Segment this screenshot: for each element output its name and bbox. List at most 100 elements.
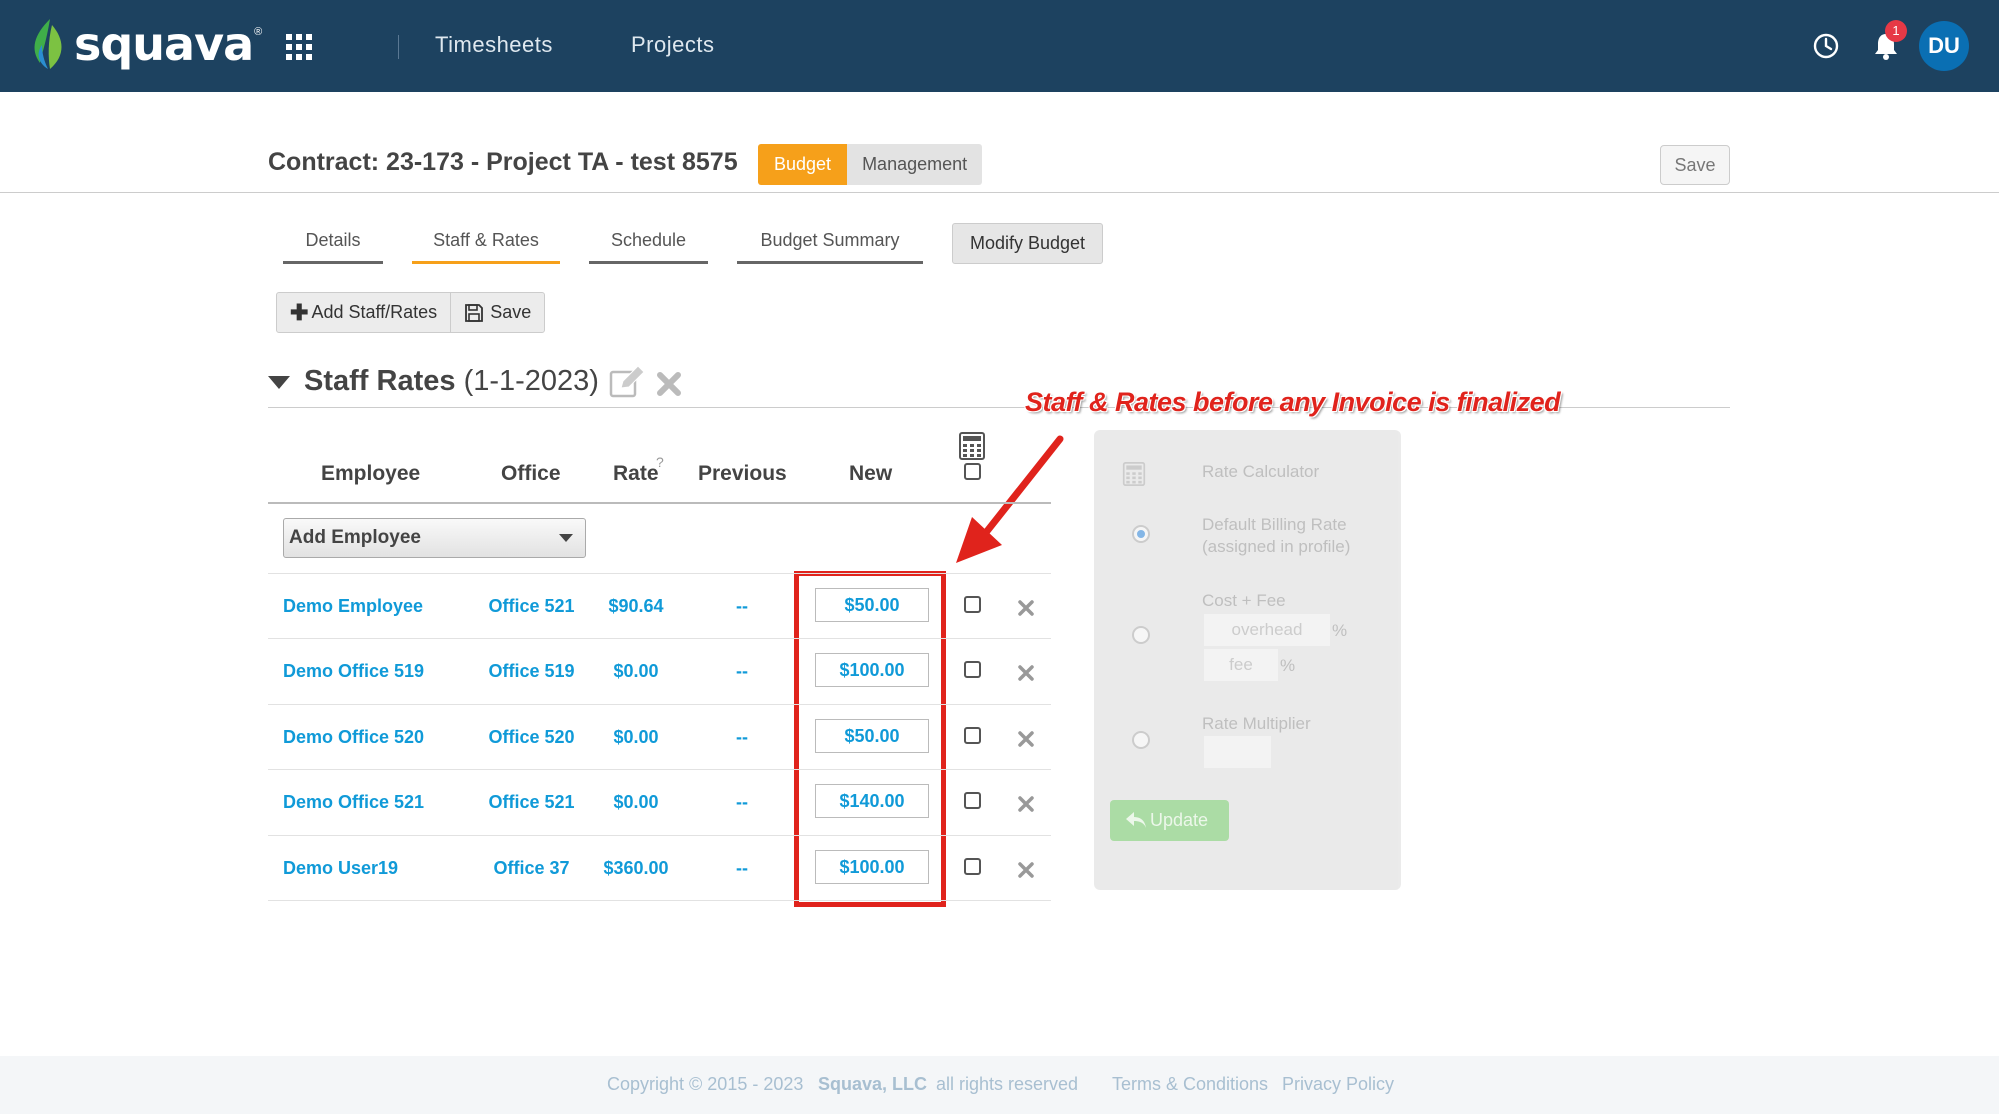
employee-link[interactable]: Demo Employee <box>283 596 423 617</box>
remove-row-icon[interactable] <box>1018 862 1034 878</box>
update-button[interactable]: Update <box>1110 800 1229 841</box>
nav-link-timesheets[interactable]: Timesheets <box>435 32 553 58</box>
footer-company-link[interactable]: Squava, LLC <box>818 1074 927 1095</box>
tab-schedule[interactable]: Schedule <box>589 230 708 264</box>
footer-rights: all rights reserved <box>936 1074 1079 1094</box>
section-date: (1-1-2023) <box>463 365 599 397</box>
squava-logo[interactable]: squava ® <box>28 14 262 74</box>
fee-input[interactable]: fee <box>1204 649 1278 681</box>
row-checkbox[interactable] <box>964 727 981 744</box>
calculator-icon[interactable] <box>958 432 986 460</box>
row-divider <box>268 638 1051 639</box>
col-header-rate: Rate <box>613 462 659 485</box>
header-divider <box>0 192 1999 193</box>
default-billing-label-1: Default Billing Rate <box>1202 515 1347 534</box>
office-link[interactable]: Office 521 <box>480 596 583 617</box>
add-staff-rates-button[interactable]: ✚ Add Staff/Rates <box>277 293 450 332</box>
cost-fee-label: Cost + Fee <box>1202 591 1286 610</box>
floppy-disk-icon <box>465 303 484 322</box>
row-divider <box>268 769 1051 770</box>
remove-row-icon[interactable] <box>1018 665 1034 681</box>
employee-link[interactable]: Demo Office 519 <box>283 661 424 682</box>
col-header-office: Office <box>501 462 561 485</box>
default-billing-radio[interactable] <box>1132 525 1150 543</box>
delete-icon[interactable] <box>656 371 682 397</box>
new-rate-input[interactable]: $100.00 <box>815 850 929 884</box>
view-toggle: Budget Management <box>758 144 983 185</box>
modify-budget-button[interactable]: Modify Budget <box>952 223 1103 264</box>
footer-privacy-link[interactable]: Privacy Policy <box>1282 1074 1394 1095</box>
tab-details[interactable]: Details <box>283 230 383 264</box>
logo-text: squava <box>74 17 254 71</box>
previous-value: -- <box>736 792 748 812</box>
rate-value: $360.00 <box>603 858 669 878</box>
rate-value: $90.64 <box>608 596 664 616</box>
clock-icon[interactable] <box>1813 33 1839 59</box>
management-button[interactable]: Management <box>847 144 983 185</box>
reply-arrow-icon <box>1126 812 1146 828</box>
previous-value: -- <box>736 727 748 747</box>
table-header-divider <box>268 502 1051 504</box>
rate-multiplier-input[interactable] <box>1204 736 1271 768</box>
rate-value: $0.00 <box>613 661 659 681</box>
office-link[interactable]: Office 520 <box>480 727 583 748</box>
new-rate-input[interactable]: $140.00 <box>815 784 929 818</box>
remove-row-icon[interactable] <box>1018 600 1034 616</box>
office-link[interactable]: Office 519 <box>480 661 583 682</box>
edit-icon[interactable] <box>609 366 645 398</box>
notification-badge: 1 <box>1885 20 1907 42</box>
select-all-checkbox[interactable] <box>964 463 981 480</box>
previous-value: -- <box>736 858 748 878</box>
apps-grid-icon[interactable] <box>286 34 312 60</box>
footer-terms-link[interactable]: Terms & Conditions <box>1112 1074 1268 1095</box>
rate-value: $0.00 <box>613 792 659 812</box>
add-employee-select[interactable]: Add Employee <box>283 518 586 558</box>
nav-link-projects[interactable]: Projects <box>631 32 714 58</box>
calculator-panel-icon <box>1122 462 1146 486</box>
new-rate-input[interactable]: $50.00 <box>815 719 929 753</box>
new-rate-input[interactable]: $50.00 <box>815 588 929 622</box>
fee-percent-label: % <box>1280 656 1296 675</box>
new-rate-input[interactable]: $100.00 <box>815 653 929 687</box>
row-checkbox[interactable] <box>964 596 981 613</box>
employee-link[interactable]: Demo User19 <box>283 858 398 879</box>
logo-registered-mark: ® <box>254 26 263 38</box>
update-label: Update <box>1150 810 1209 830</box>
section-title-text: Staff Rates <box>304 365 456 397</box>
employee-link[interactable]: Demo Office 520 <box>283 727 424 748</box>
rate-multiplier-radio[interactable] <box>1132 731 1150 749</box>
toolbar-save-button[interactable]: Save <box>450 293 544 332</box>
remove-row-icon[interactable] <box>1018 796 1034 812</box>
save-button[interactable]: Save <box>1660 145 1730 185</box>
annotation-text: Staff & Rates before any Invoice is fina… <box>1025 387 1561 417</box>
calculator-title: Rate Calculator <box>1202 462 1320 481</box>
previous-value: -- <box>736 661 748 681</box>
section-title: Staff Rates (1-1-2023) <box>304 365 599 398</box>
add-staff-rates-label: Add Staff/Rates <box>311 302 438 322</box>
employee-link[interactable]: Demo Office 521 <box>283 792 424 813</box>
budget-button[interactable]: Budget <box>758 144 848 185</box>
row-checkbox[interactable] <box>964 792 981 809</box>
rate-help-icon[interactable]: ? <box>656 454 664 470</box>
col-header-new: New <box>849 462 893 485</box>
cost-fee-radio[interactable] <box>1132 626 1150 644</box>
col-header-employee: Employee <box>321 462 421 485</box>
remove-row-icon[interactable] <box>1018 731 1034 747</box>
overhead-input[interactable]: overhead <box>1204 614 1330 646</box>
rate-calculator-panel: Rate Calculator Default Billing Rate (as… <box>1094 430 1401 890</box>
row-checkbox[interactable] <box>964 661 981 678</box>
row-checkbox[interactable] <box>964 858 981 875</box>
default-billing-label-2: (assigned in profile) <box>1202 537 1351 556</box>
office-link[interactable]: Office 521 <box>480 792 583 813</box>
previous-value: -- <box>736 596 748 616</box>
tab-staff-rates[interactable]: Staff & Rates <box>412 230 560 264</box>
tab-budget-summary[interactable]: Budget Summary <box>737 230 923 264</box>
contract-title: Contract: 23-173 - Project TA - test 857… <box>268 148 738 176</box>
office-link[interactable]: Office 37 <box>480 858 583 879</box>
col-header-previous: Previous <box>698 462 787 485</box>
user-avatar[interactable]: DU <box>1919 21 1969 71</box>
row-divider <box>268 900 1051 901</box>
footer-copyright: Copyright © 2015 - 2023 <box>607 1074 804 1094</box>
collapse-caret-icon[interactable] <box>268 376 290 389</box>
overhead-percent-label: % <box>1332 621 1348 640</box>
